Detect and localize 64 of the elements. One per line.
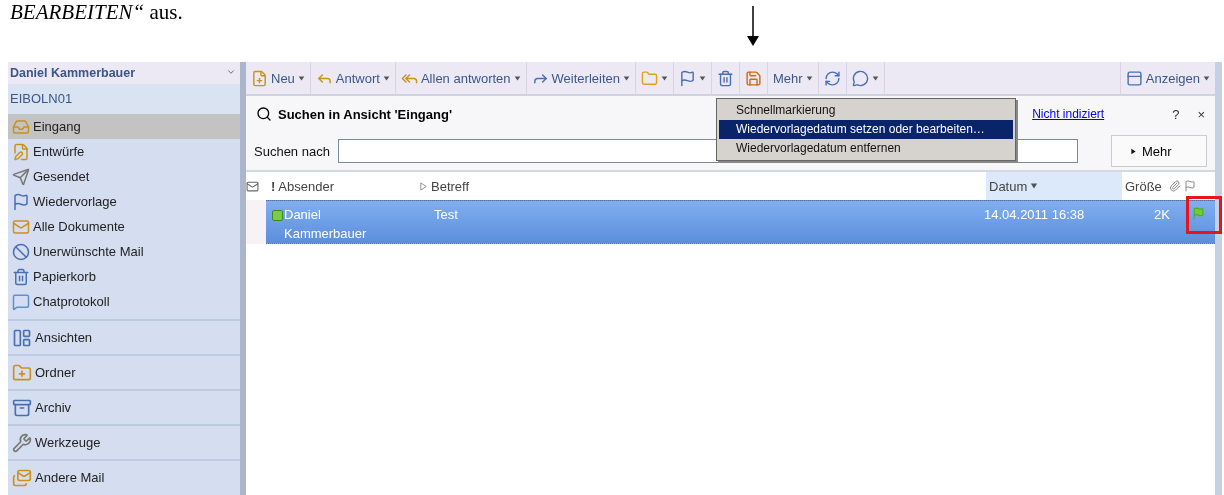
save-icon [744, 69, 762, 87]
toolbar-button[interactable]: Neu [246, 62, 311, 94]
folder-item[interactable]: Chatprotokoll [8, 289, 240, 314]
date-cell-text: 14.04.2011 16:38 [984, 206, 1086, 224]
sender-cell-text: Daniel Kammerbauer [284, 206, 368, 243]
size-cell-text: 2K [1154, 206, 1170, 224]
flag-icon [678, 69, 696, 87]
chat-icon [12, 292, 30, 311]
folder-item[interactable]: Entwürfe [8, 139, 240, 164]
menu-item[interactable]: Wiedervorlagedatum entfernen [719, 139, 1013, 158]
view-button[interactable]: Anzeigen [1119, 62, 1215, 94]
mail-icon [12, 217, 30, 236]
subject-cell-text: Test [434, 206, 459, 224]
search-title: Suchen in Ansicht 'Eingang' [278, 106, 452, 122]
search-icon [256, 106, 272, 122]
flag-icon [1183, 180, 1196, 192]
triangle-icon [1130, 147, 1137, 155]
folder-item[interactable]: Wiedervorlage [8, 189, 240, 214]
down-arrow-icon [746, 6, 760, 46]
unread-icon [272, 210, 283, 221]
panel-icon [1125, 69, 1143, 87]
toolbar-button[interactable]: Weiterleiten [526, 62, 636, 94]
column-header[interactable]: Betreff [416, 172, 986, 200]
folder-plus-icon [12, 362, 32, 383]
wrench-icon [12, 432, 32, 453]
window-icon [12, 327, 32, 348]
close-button[interactable]: × [1197, 106, 1205, 122]
flag-icon [12, 192, 30, 211]
toolbar-button[interactable]: Mehr [767, 62, 819, 94]
archive-icon [12, 397, 32, 418]
column-header[interactable]: ! Absender [268, 172, 416, 200]
draft-icon [12, 142, 30, 161]
new-icon [251, 69, 268, 87]
trash-icon [12, 267, 30, 286]
folder-icon [640, 69, 658, 87]
toolbar-button[interactable]: Allen antworten [395, 62, 527, 94]
folder-item[interactable]: Alle Dokumente [8, 214, 240, 239]
inbox-icon [12, 117, 30, 136]
menu-item[interactable]: Wiedervorlagedatum setzen oder bearbeiten… [719, 120, 1013, 139]
user-name: Daniel Kammerbauer [10, 66, 136, 80]
more-button[interactable]: Mehr [1111, 135, 1207, 167]
help-button[interactable]: ? [1172, 106, 1180, 122]
menu-item[interactable]: Schnellmarkierung [719, 101, 1013, 120]
folder-item[interactable]: Gesendet [8, 164, 240, 189]
folder-item[interactable]: Eingang [8, 114, 240, 139]
not-indexed-link[interactable]: Nicht indiziert [1032, 107, 1105, 121]
column-header[interactable]: Datum [986, 172, 1122, 200]
toolbar-button[interactable]: Antwort [310, 62, 396, 94]
chat-icon [851, 69, 869, 87]
folder-item[interactable]: Unerwünschte Mail [8, 239, 240, 264]
triangle-icon [419, 181, 428, 191]
blocked-icon [12, 242, 30, 261]
envelope-icon [246, 179, 259, 193]
mails-icon [12, 467, 32, 488]
trash-icon [716, 69, 734, 87]
folder-item[interactable]: Papierkorb [8, 264, 240, 289]
search-label: Suchen nach [254, 143, 330, 159]
refresh-icon [823, 69, 841, 87]
sent-icon [12, 167, 30, 186]
document-text: BEARBEITEN“ aus. [10, 0, 183, 25]
column-header[interactable]: Größe [1122, 172, 1215, 200]
sort-icon [1030, 182, 1039, 190]
highlight-frame [1186, 196, 1222, 234]
server-name: EIBOLN01 [8, 84, 240, 114]
